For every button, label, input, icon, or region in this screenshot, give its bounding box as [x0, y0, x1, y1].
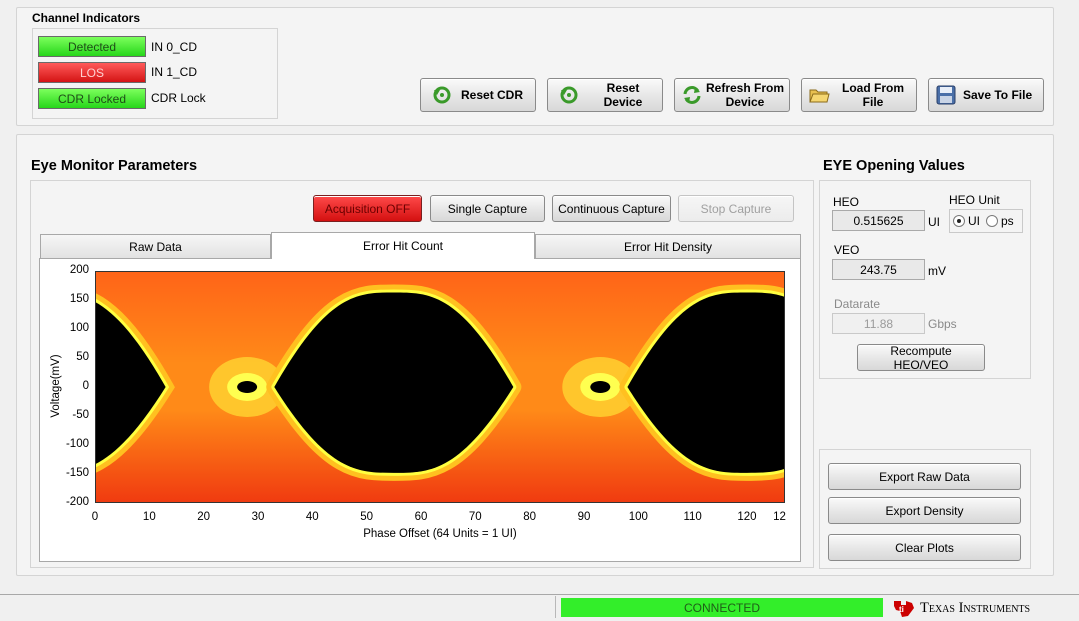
reset-cdr-button[interactable]: Reset CDR — [420, 78, 536, 112]
y-tick-label: 50 — [76, 351, 89, 363]
crossover-hole — [590, 381, 611, 393]
stop-capture-button[interactable]: Stop Capture — [678, 195, 794, 222]
clear-plots-button[interactable]: Clear Plots — [828, 534, 1021, 561]
unit-radio-ps[interactable]: ps — [986, 214, 1014, 228]
continuous-capture-button[interactable]: Continuous Capture — [552, 195, 671, 222]
recompute-heo-veo-button[interactable]: Recompute HEO/VEO — [857, 344, 985, 372]
refresh-from-device-button[interactable]: Refresh From Device — [674, 78, 790, 112]
reset-device-label: Reset Device — [603, 81, 643, 109]
acquisition-status-button[interactable]: Acquisition OFF — [313, 195, 422, 222]
y-tick-label: -200 — [65, 496, 89, 508]
y-tick-label: 150 — [69, 293, 89, 305]
eye-monitor-title: Eye Monitor Parameters — [31, 158, 198, 174]
single-capture-button[interactable]: Single Capture — [430, 195, 545, 222]
x-tick-label: 10 — [142, 511, 156, 523]
reset-icon — [433, 86, 451, 104]
ti-brand-text: Texas Instruments — [920, 599, 1031, 616]
reset-icon — [560, 86, 578, 104]
heo-unit: UI — [928, 215, 940, 229]
heo-label: HEO — [833, 195, 860, 209]
x-tick-label: 0 — [91, 511, 99, 523]
indicator-in0-cd: Detected — [38, 36, 146, 57]
x-tick-label: 12 — [773, 511, 786, 523]
indicator-cdr-lock-label: CDR Lock — [151, 91, 206, 105]
veo-label: VEO — [834, 243, 860, 257]
x-tick-label: 20 — [197, 511, 211, 523]
datarate-value: 11.88 — [832, 313, 925, 334]
y-tick-label: 200 — [69, 264, 89, 276]
svg-text:ti: ti — [899, 605, 904, 614]
x-tick-label: 90 — [577, 511, 591, 523]
x-tick-label: 40 — [305, 511, 319, 523]
x-tick-label: 100 — [628, 511, 648, 523]
datarate-label: Datarate — [834, 297, 881, 311]
indicator-in1-cd: LOS — [38, 62, 146, 83]
reset-device-button[interactable]: Reset Device — [547, 78, 663, 112]
y-tick-label: -150 — [65, 467, 89, 479]
connection-status: CONNECTED — [561, 598, 883, 617]
save-to-file-button[interactable]: Save To File — [928, 78, 1044, 112]
refresh-icon — [683, 86, 701, 104]
load-from-file-button[interactable]: Load From File — [801, 78, 917, 112]
x-axis-label: Phase Offset (64 Units = 1 UI) — [363, 528, 517, 540]
datarate-unit: Gbps — [928, 317, 957, 331]
x-tick-label: 30 — [251, 511, 265, 523]
folder-icon — [809, 89, 830, 103]
ti-logo-icon: ti — [894, 601, 914, 617]
reset-cdr-label: Reset CDR — [461, 88, 524, 102]
channel-indicators-title: Channel Indicators — [32, 11, 141, 25]
veo-value: 243.75 — [832, 259, 925, 280]
save-to-file-label: Save To File — [963, 88, 1033, 102]
unit-radio-ui[interactable]: UI — [953, 214, 980, 228]
export-raw-data-button[interactable]: Export Raw Data — [828, 463, 1021, 490]
save-icon — [936, 85, 956, 105]
x-tick-label: 60 — [414, 511, 428, 523]
y-tick-label: 100 — [69, 322, 89, 334]
x-tick-label: 80 — [523, 511, 537, 523]
load-from-file-label: Load From File — [842, 81, 904, 109]
tab-raw-data[interactable]: Raw Data — [40, 234, 271, 258]
y-tick-label: 0 — [82, 380, 89, 392]
heo-unit-label: HEO Unit — [949, 193, 1000, 207]
indicator-in1-cd-label: IN 1_CD — [151, 65, 198, 79]
crossover-hole — [237, 381, 258, 393]
x-tick-label: 110 — [683, 511, 702, 523]
eye-opening-title: EYE Opening Values — [823, 158, 965, 174]
y-tick-label: -50 — [72, 409, 89, 421]
ti-logo: ti Texas Instruments — [892, 597, 1030, 619]
x-tick-label: 120 — [737, 511, 757, 523]
veo-unit: mV — [928, 264, 946, 278]
status-bar-slot-1 — [0, 596, 556, 618]
tab-error-hit-count[interactable]: Error Hit Count — [271, 232, 535, 259]
refresh-from-device-label: Refresh From Device — [705, 81, 785, 109]
indicator-in0-cd-label: IN 0_CD — [151, 40, 198, 54]
indicator-cdr-lock: CDR Locked — [38, 88, 146, 109]
tab-error-hit-density[interactable]: Error Hit Density — [535, 234, 801, 258]
x-tick-label: 50 — [360, 511, 374, 523]
eye-heatmap — [95, 271, 785, 503]
radio-icon — [986, 215, 998, 227]
radio-icon — [953, 215, 965, 227]
y-tick-label: -100 — [65, 438, 89, 450]
heo-value: 0.515625 — [832, 210, 925, 231]
export-density-button[interactable]: Export Density — [828, 497, 1021, 524]
x-tick-label: 70 — [468, 511, 482, 523]
